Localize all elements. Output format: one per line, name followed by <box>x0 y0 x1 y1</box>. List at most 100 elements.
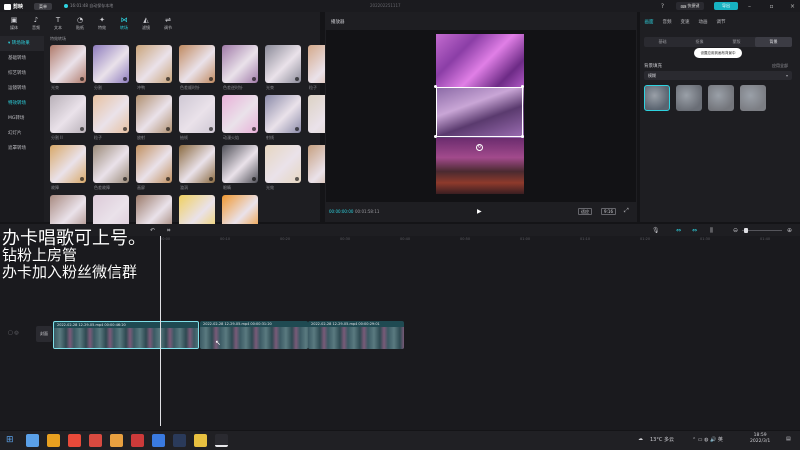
download-icon[interactable] <box>80 77 84 81</box>
weather-text[interactable]: 13°C 多云 <box>650 436 674 443</box>
resize-handle[interactable] <box>521 135 524 138</box>
tab-media[interactable]: ▣ 媒体 <box>6 12 22 34</box>
zoom-slider[interactable] <box>742 230 782 231</box>
inspector-subtab[interactable]: 蒙版 <box>718 37 755 47</box>
tray-icons[interactable]: ⌃ ▭ ◍ 🔊 英 <box>692 436 723 443</box>
close-icon[interactable]: × <box>789 3 796 10</box>
transition-thumbnail[interactable]: 漩涡 <box>179 145 215 190</box>
category-item[interactable]: 运镜转场 <box>0 81 44 96</box>
blur-swatch[interactable] <box>644 85 670 111</box>
taskbar-app-icon[interactable] <box>110 434 123 447</box>
category-item[interactable]: MG转场 <box>0 111 44 126</box>
download-icon[interactable] <box>80 177 84 181</box>
cover-button[interactable]: 封面 <box>36 326 52 342</box>
bg-fill-select[interactable]: 模糊 ▾ <box>644 71 792 80</box>
blur-swatch[interactable] <box>740 85 766 111</box>
transition-thumbnail[interactable]: 射线 <box>265 95 301 140</box>
blur-swatch[interactable] <box>676 85 702 111</box>
maximize-icon[interactable]: ▫ <box>768 3 775 10</box>
resize-handle[interactable] <box>521 85 524 88</box>
crop-icon[interactable]: ⌗ <box>167 227 170 235</box>
video-clip[interactable]: 2022-02-28 12-29-05.mp4 00:00:29:01 <box>308 321 404 349</box>
fullscreen-icon[interactable]: ⤢ <box>624 207 629 215</box>
tab-audio[interactable]: ♪ 音频 <box>28 12 44 34</box>
download-icon[interactable] <box>252 77 256 81</box>
zoom-in-icon[interactable]: ⊕ <box>787 227 792 234</box>
category-item[interactable]: 遮罩转场 <box>0 141 44 156</box>
inspector-tab[interactable]: 变速 <box>676 19 694 25</box>
apply-all-button[interactable]: 应用全部 <box>772 63 788 69</box>
download-icon[interactable] <box>209 127 213 131</box>
export-button[interactable]: 导出 <box>714 2 738 10</box>
transition-thumbnail[interactable]: 光束 <box>50 45 86 90</box>
taskbar-app-icon[interactable] <box>131 434 144 447</box>
minimize-icon[interactable]: – <box>746 3 753 10</box>
zoom-out-icon[interactable]: ⊖ <box>733 227 738 234</box>
video-clip[interactable]: 2022-02-28 12-29-05.mp4 00:00:46:20 <box>53 321 199 349</box>
undo-icon[interactable]: ↶ <box>150 227 155 234</box>
link-icon[interactable]: ⇔ <box>676 227 681 234</box>
transition-thumbnail[interactable]: 色差故障 <box>93 145 129 190</box>
windows-start-icon[interactable]: ⊞ <box>6 435 14 445</box>
selection-box[interactable] <box>436 87 523 137</box>
category-item[interactable]: 基础转场 <box>0 51 44 66</box>
inspector-subtab[interactable]: 背景 <box>755 37 792 47</box>
download-icon[interactable] <box>166 127 170 131</box>
taskbar-app-icon[interactable] <box>68 434 81 447</box>
play-icon[interactable]: ▶ <box>477 208 482 215</box>
tab-transition[interactable]: ⋈ 转场 <box>116 12 132 34</box>
transition-thumbnail[interactable]: 色差顺时针 <box>179 45 215 90</box>
transition-thumbnail[interactable]: 抽帧 <box>179 95 215 140</box>
category-item[interactable]: 综艺转场 <box>0 66 44 81</box>
taskbar-app-icon[interactable] <box>89 434 102 447</box>
transition-thumbnail[interactable]: 光束 <box>265 45 301 90</box>
category-item[interactable]: 幻灯片 <box>0 126 44 141</box>
notification-icon[interactable]: ▤ <box>786 436 791 442</box>
taskbar-app-icon[interactable] <box>152 434 165 447</box>
download-icon[interactable] <box>295 77 299 81</box>
category-item[interactable]: 特效转场 <box>0 96 44 111</box>
transition-thumbnail[interactable]: 故障 <box>50 145 86 190</box>
transition-thumbnail[interactable]: 分割 II <box>50 95 86 140</box>
category-header[interactable]: ▾ 转场效果 <box>0 36 44 51</box>
tab-effects[interactable]: ✦ 特效 <box>94 12 110 34</box>
blur-swatch[interactable] <box>708 85 734 111</box>
download-icon[interactable] <box>252 127 256 131</box>
project-title[interactable]: 202202251117 <box>370 3 401 8</box>
inspector-subtab[interactable]: 基础 <box>644 37 681 47</box>
mic-icon[interactable]: 🎙 <box>652 227 660 234</box>
download-icon[interactable] <box>166 177 170 181</box>
download-icon[interactable] <box>295 127 299 131</box>
resize-handle[interactable] <box>434 85 437 88</box>
download-icon[interactable] <box>209 177 213 181</box>
taskbar-app-icon[interactable] <box>215 434 228 447</box>
inspector-tab[interactable]: 调节 <box>712 19 730 25</box>
download-icon[interactable] <box>252 177 256 181</box>
tab-sticker[interactable]: ◔ 贴纸 <box>72 12 88 34</box>
tab-adjust[interactable]: ⇌ 调节 <box>160 12 176 34</box>
inspector-tab[interactable]: 音频 <box>658 19 676 25</box>
snap-icon[interactable]: ⇔ <box>692 227 697 234</box>
transition-thumbnail[interactable]: 画屏 <box>136 145 172 190</box>
tab-text[interactable]: T 文本 <box>50 12 66 34</box>
taskbar-app-icon[interactable] <box>173 434 186 447</box>
transition-thumbnail[interactable]: 粒子 <box>93 95 129 140</box>
fit-button[interactable]: 适应 <box>578 208 592 215</box>
transition-thumbnail[interactable]: 眼睛 <box>222 145 258 190</box>
menu-button[interactable]: 菜单 <box>34 3 52 10</box>
inspector-tab[interactable]: 动画 <box>694 19 712 25</box>
transition-thumbnail[interactable]: 冲鸭 <box>136 45 172 90</box>
transition-thumbnail[interactable]: 色差逆时针 <box>222 45 258 90</box>
transition-thumbnail[interactable]: 光效 <box>265 145 301 190</box>
rotate-icon[interactable]: ↻ <box>476 144 483 151</box>
weather-icon[interactable]: ☁ <box>638 436 643 442</box>
tab-filter[interactable]: ◭ 滤镜 <box>138 12 154 34</box>
download-icon[interactable] <box>166 77 170 81</box>
shortcut-button[interactable]: ⌨ 快捷键 <box>676 2 704 10</box>
download-icon[interactable] <box>295 177 299 181</box>
ratio-button[interactable]: 9:16 <box>601 208 616 215</box>
playhead[interactable] <box>160 236 161 426</box>
transition-thumbnail[interactable]: 动漫火焰 <box>222 95 258 140</box>
timeline-ruler[interactable]: 00:00 00:10 00:20 00:30 00:40 00:50 01:00 01:10… <box>160 237 800 245</box>
taskbar-app-icon[interactable] <box>47 434 60 447</box>
